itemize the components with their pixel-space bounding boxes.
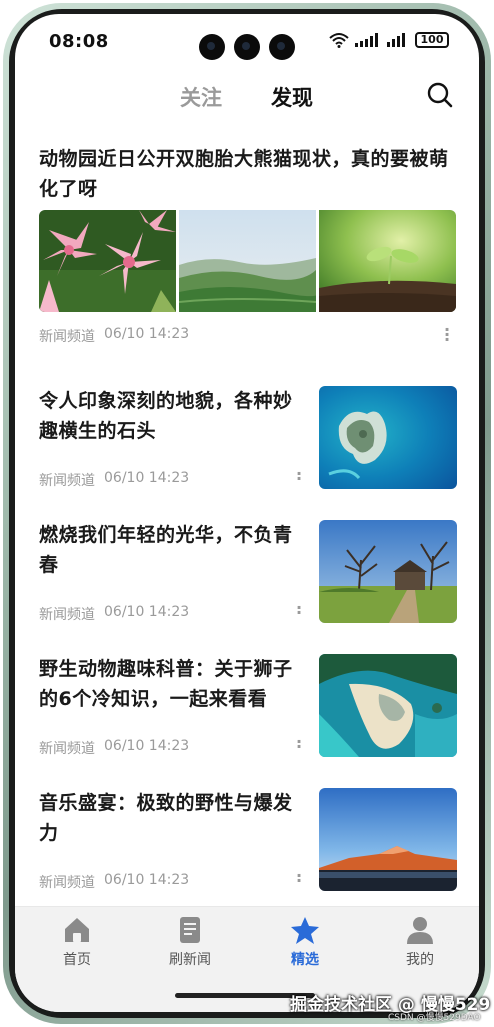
top-tabs: 关注 发现 xyxy=(15,76,479,122)
more-options-icon[interactable]: · · xyxy=(295,466,303,487)
news-date: 06/10 14:23 xyxy=(104,326,190,342)
island-image xyxy=(319,386,457,489)
news-title: 野生动物趣味科普：关于狮子的6个冷知识，一起来看看 xyxy=(39,658,293,710)
camera-cutout xyxy=(199,34,295,60)
news-source: 新闻频道 xyxy=(39,329,95,345)
more-options-icon[interactable]: · · xyxy=(295,868,303,889)
news-title: 燃烧我们年轻的光华，不负青春 xyxy=(39,524,293,576)
nav-news[interactable]: 刷新闻 xyxy=(150,915,230,969)
signal-icon-2 xyxy=(387,33,405,47)
more-options-icon[interactable]: · · xyxy=(295,734,303,755)
news-source: 新闻频道 xyxy=(39,875,95,891)
news-card[interactable]: 野生动物趣味科普：关于狮子的6个冷知识，一起来看看 新闻频道 06/10 14:… xyxy=(15,654,479,788)
nav-label: 刷新闻 xyxy=(169,952,211,968)
news-source: 新闻频道 xyxy=(39,607,95,623)
search-button[interactable] xyxy=(425,80,457,112)
news-meta: 新闻频道 06/10 14:23 xyxy=(39,738,189,758)
status-icons: 100 xyxy=(329,32,449,48)
news-date: 06/10 14:23 xyxy=(104,738,190,754)
beach-aerial-image xyxy=(319,654,457,757)
star-icon xyxy=(291,917,319,944)
news-meta: 新闻频道 06/10 14:23 xyxy=(39,872,189,892)
news-meta: 新闻频道 06/10 14:23 xyxy=(39,326,189,346)
phone-screen: 08:08 100 关注 发现 动物园近日公开双胞胎大熊猫现状，真的要被萌化了呀… xyxy=(15,14,479,1012)
sunset-mountain-image xyxy=(319,788,457,891)
signal-icon xyxy=(355,33,378,47)
tea-hills-image xyxy=(179,210,316,312)
news-title: 令人印象深刻的地貌，各种妙趣横生的石头 xyxy=(39,390,293,442)
nav-featured[interactable]: 精选 xyxy=(265,915,345,969)
watermark-small-text: CSDN @慢慢529DAO xyxy=(388,1013,481,1023)
trees-meadow-image xyxy=(319,520,457,623)
news-meta: 新闻频道 06/10 14:23 xyxy=(39,470,189,490)
nav-label: 我的 xyxy=(406,952,434,968)
status-time: 08:08 xyxy=(49,31,109,52)
tab-follow[interactable]: 关注 xyxy=(180,82,222,112)
seedling-image xyxy=(319,210,456,312)
nav-label: 精选 xyxy=(291,952,319,968)
home-icon xyxy=(65,918,89,942)
news-date: 06/10 14:23 xyxy=(104,872,190,888)
tab-discover[interactable]: 发现 xyxy=(271,82,313,112)
status-bar: 08:08 100 xyxy=(15,14,479,70)
news-title: 音乐盛宴：极致的野性与爆发力 xyxy=(39,792,293,844)
news-icon xyxy=(180,917,200,943)
news-date: 06/10 14:23 xyxy=(104,470,190,486)
battery-indicator: 100 xyxy=(415,32,449,48)
more-options-icon[interactable]: · · xyxy=(295,600,303,621)
news-meta: 新闻频道 06/10 14:23 xyxy=(39,604,189,624)
news-date: 06/10 14:23 xyxy=(104,604,190,620)
more-options-icon[interactable]: · · · xyxy=(443,322,451,348)
lily-flowers-image xyxy=(39,210,176,312)
search-icon xyxy=(427,82,453,108)
wifi-icon xyxy=(329,33,349,48)
news-card[interactable]: 动物园近日公开双胞胎大熊猫现状，真的要被萌化了呀 新闻频道 06/10 14:2… xyxy=(15,136,479,376)
nav-label: 首页 xyxy=(63,952,91,968)
news-card[interactable]: 燃烧我们年轻的光华，不负青春 新闻频道 06/10 14:23 · · xyxy=(15,520,479,654)
nav-profile[interactable]: 我的 xyxy=(380,915,460,969)
news-image-row xyxy=(39,210,456,312)
news-card[interactable]: 令人印象深刻的地貌，各种妙趣横生的石头 新闻频道 06/10 14:23 · · xyxy=(15,386,479,520)
news-source: 新闻频道 xyxy=(39,473,95,489)
nav-home[interactable]: 首页 xyxy=(37,915,117,969)
person-icon xyxy=(407,917,433,944)
news-card[interactable]: 音乐盛宴：极致的野性与爆发力 新闻频道 06/10 14:23 · · xyxy=(15,788,479,922)
news-title: 动物园近日公开双胞胎大熊猫现状，真的要被萌化了呀 xyxy=(39,148,449,200)
news-source: 新闻频道 xyxy=(39,741,95,757)
